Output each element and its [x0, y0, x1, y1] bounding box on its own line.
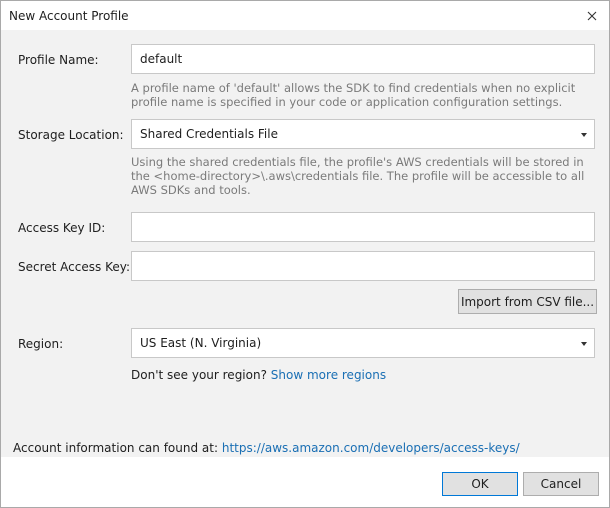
chevron-down-icon: [581, 342, 587, 346]
secret-key-label: Secret Access Key:: [18, 260, 130, 274]
profile-name-label: Profile Name:: [18, 53, 99, 67]
import-csv-button[interactable]: Import from CSV file...: [458, 289, 597, 314]
form-panel: Profile Name: default A profile name of …: [1, 30, 609, 457]
region-label: Region:: [18, 337, 64, 351]
ok-button[interactable]: OK: [442, 472, 518, 496]
region-hint: Don't see your region? Show more regions: [131, 368, 386, 382]
region-hint-text: Don't see your region?: [131, 368, 267, 382]
profile-name-help: A profile name of 'default' allows the S…: [131, 81, 576, 109]
show-more-regions-link[interactable]: Show more regions: [271, 368, 386, 382]
storage-location-label: Storage Location:: [18, 128, 124, 142]
secret-key-input[interactable]: [131, 251, 595, 281]
profile-name-input[interactable]: default: [131, 44, 595, 74]
region-select[interactable]: US East (N. Virginia): [131, 328, 595, 358]
dialog-window: New Account Profile Profile Name: defaul…: [0, 0, 610, 508]
region-value: US East (N. Virginia): [140, 336, 262, 350]
storage-location-help: Using the shared credentials file, the p…: [131, 155, 585, 197]
cancel-button[interactable]: Cancel: [523, 472, 599, 496]
account-info: Account information can found at: https:…: [13, 441, 520, 455]
account-info-text: Account information can found at:: [13, 441, 219, 455]
storage-location-value: Shared Credentials File: [140, 127, 278, 141]
access-key-input[interactable]: [131, 212, 595, 242]
storage-location-select[interactable]: Shared Credentials File: [131, 119, 595, 149]
chevron-down-icon: [581, 133, 587, 137]
dialog-title: New Account Profile: [9, 9, 129, 23]
access-key-label: Access Key ID:: [18, 221, 106, 235]
close-button[interactable]: [581, 5, 603, 27]
close-icon: [587, 11, 597, 21]
access-keys-link[interactable]: https://aws.amazon.com/developers/access…: [222, 441, 520, 455]
profile-name-value: default: [140, 52, 183, 66]
